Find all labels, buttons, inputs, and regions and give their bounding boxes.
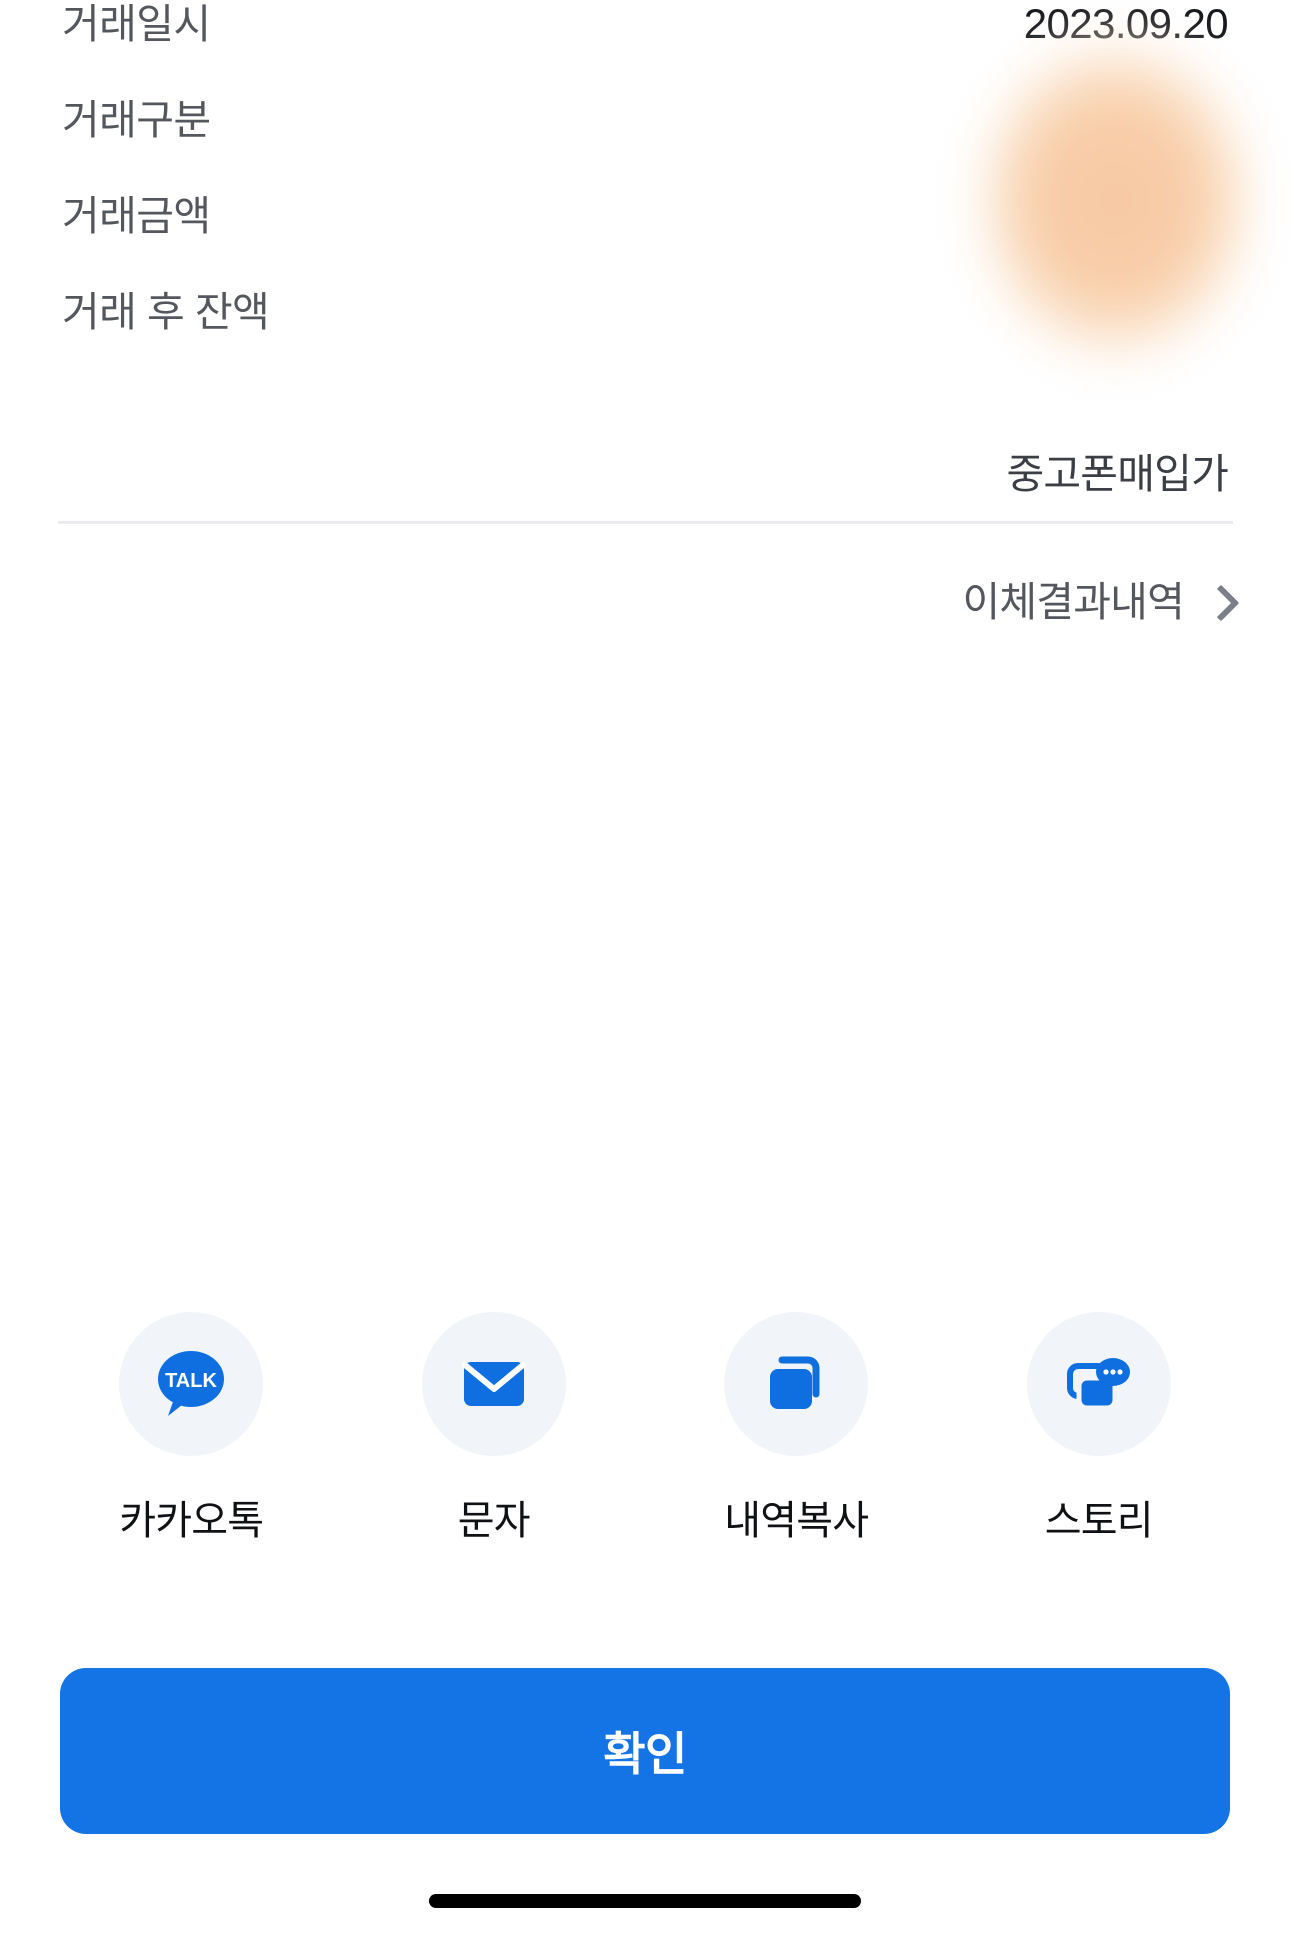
svg-text:TALK: TALK [165, 1370, 217, 1392]
envelope-icon [461, 1362, 526, 1406]
share-icon-circle [421, 1312, 566, 1456]
detail-label-type: 거래구분 [62, 97, 211, 143]
memo-row: 중고폰매입가 [0, 448, 1290, 500]
transaction-detail-list: 거래일시 2023.09.20 거래구분 거래금액 거래 후 잔액 [0, 0, 1290, 384]
share-icon-circle: TALK [119, 1312, 264, 1456]
detail-value-datetime: 2023.09.20 [1023, 0, 1229, 47]
detail-label-balance: 거래 후 잔액 [62, 289, 270, 335]
share-label-story: 스토리 [1044, 1499, 1154, 1543]
transaction-detail-screen: 거래일시 2023.09.20 거래구분 거래금액 거래 후 잔액 중고폰매입가… [0, 0, 1290, 1936]
section-divider [58, 521, 1233, 524]
detail-row-type: 거래구분 [0, 96, 1290, 192]
detail-row-amount: 거래금액 [0, 192, 1290, 288]
detail-label-amount: 거래금액 [62, 193, 211, 239]
share-item-sms[interactable]: 문자 [343, 1312, 646, 1546]
share-action-row: TALK 카카오톡 문자 내역복사 스토리 [0, 1312, 1290, 1546]
story-chat-icon [1066, 1358, 1130, 1411]
share-label-copy: 내역복사 [724, 1499, 869, 1543]
share-label-kakaotalk: 카카오톡 [119, 1499, 264, 1543]
share-item-copy[interactable]: 내역복사 [645, 1312, 948, 1546]
share-item-story[interactable]: 스토리 [948, 1312, 1251, 1546]
share-label-sms: 문자 [457, 1499, 531, 1543]
share-icon-circle [1026, 1312, 1171, 1456]
share-item-kakaotalk[interactable]: TALK 카카오톡 [40, 1312, 343, 1546]
detail-label-datetime: 거래일시 [62, 1, 211, 47]
confirm-button[interactable]: 확인 [60, 1668, 1230, 1834]
copy-icon [770, 1356, 820, 1409]
detail-row-balance: 거래 후 잔액 [0, 288, 1290, 384]
home-indicator [429, 1894, 861, 1908]
memo-text: 중고폰매입가 [1006, 451, 1228, 497]
kakaotalk-icon: TALK [158, 1351, 225, 1416]
transfer-result-link[interactable]: 이체결과내역 [962, 576, 1236, 628]
transfer-result-label: 이체결과내역 [962, 579, 1184, 625]
share-icon-circle [724, 1312, 869, 1456]
detail-row-datetime: 거래일시 2023.09.20 [0, 0, 1290, 96]
chevron-right-icon [1202, 585, 1236, 619]
